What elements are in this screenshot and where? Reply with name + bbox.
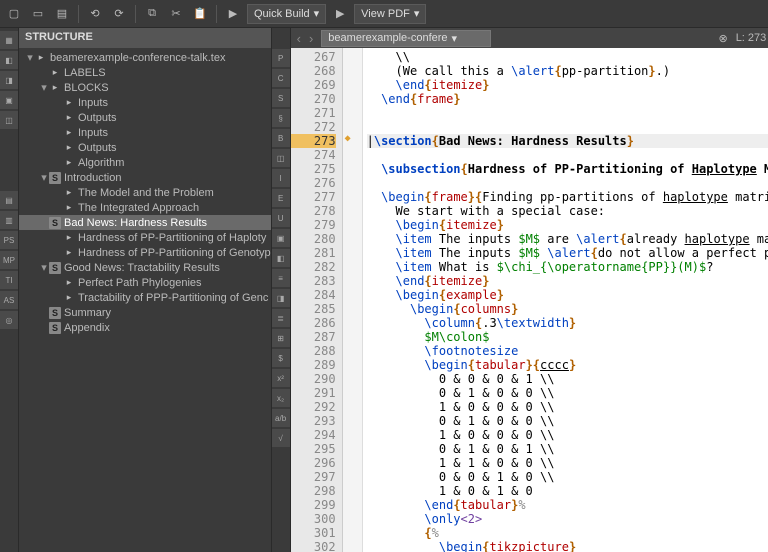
- tree-item[interactable]: ▸Perfect Path Phylogenies: [19, 275, 271, 290]
- divider: [216, 5, 217, 23]
- chevron-down-icon: ▾: [452, 32, 458, 45]
- chevron-down-icon: ▾: [314, 7, 320, 20]
- tree-item[interactable]: ▸Inputs: [19, 95, 271, 110]
- structure-tree[interactable]: ▾▸beamerexample-conference-talk.tex▸LABE…: [19, 48, 271, 552]
- tool-icon[interactable]: U: [272, 209, 290, 227]
- tool-icon[interactable]: ▥: [0, 211, 18, 229]
- tree-item[interactable]: ▸Outputs: [19, 140, 271, 155]
- quickbuild-dropdown[interactable]: Quick Build▾: [247, 4, 326, 24]
- mid-tool-strip: P C S § B ◫ I E U ▣ ◧ ≡ ◨ ≣ ⊞ $ x² x₂ a/…: [271, 28, 291, 552]
- tool-icon[interactable]: ◧: [272, 249, 290, 267]
- line-gutter: 2672682692702712722732742752762772782792…: [291, 48, 343, 552]
- tool-icon[interactable]: ◫: [272, 149, 290, 167]
- tool-icon[interactable]: x²: [272, 369, 290, 387]
- left-tool-strip: ▦ ◧ ◨ ▣ ◫ ▤ ▥ PS MP TI AS ◎: [0, 28, 19, 552]
- nav-back-icon[interactable]: ‹: [297, 31, 301, 46]
- tree-item[interactable]: ▾SIntroduction: [19, 170, 271, 185]
- run2-icon[interactable]: ▶: [330, 4, 350, 24]
- tool-icon[interactable]: MP: [0, 251, 18, 269]
- tree-item[interactable]: ▸Tractability of PPP-Partitioning of Gen…: [19, 290, 271, 305]
- tool-icon[interactable]: ◨: [272, 289, 290, 307]
- tool-icon[interactable]: ≡: [272, 269, 290, 287]
- open-file-icon[interactable]: ▭: [28, 4, 48, 24]
- tree-item[interactable]: ▸Algorithm: [19, 155, 271, 170]
- tool-icon[interactable]: ⊞: [272, 329, 290, 347]
- structure-panel-title: STRUCTURE: [19, 28, 271, 48]
- tool-icon[interactable]: ▣: [0, 91, 18, 109]
- editor-tabbar: ‹ › beamerexample-confere▾ ⊗ L: 273 C: 1…: [291, 28, 768, 48]
- tool-icon[interactable]: √: [272, 429, 290, 447]
- tool-icon[interactable]: AS: [0, 291, 18, 309]
- main-toolbar: ▢ ▭ ▤ ⟲ ⟳ ⧉ ✂ 📋 ▶ Quick Build▾ ▶ View PD…: [0, 0, 768, 28]
- tool-icon[interactable]: ◫: [0, 111, 18, 129]
- tool-icon[interactable]: x₂: [272, 389, 290, 407]
- fold-strip: [353, 48, 363, 552]
- tool-icon[interactable]: C: [272, 69, 290, 87]
- tree-item[interactable]: ▸Hardness of PP-Partitioning of Haploty: [19, 230, 271, 245]
- tree-item[interactable]: SAppendix: [19, 320, 271, 335]
- tool-icon[interactable]: a/b: [272, 409, 290, 427]
- viewpdf-dropdown[interactable]: View PDF▾: [354, 4, 426, 24]
- divider: [135, 5, 136, 23]
- tool-icon[interactable]: I: [272, 169, 290, 187]
- tool-icon[interactable]: ◧: [0, 51, 18, 69]
- divider: [78, 5, 79, 23]
- close-icon[interactable]: ⊗: [718, 32, 727, 45]
- tree-item[interactable]: ▸LABELS: [19, 65, 271, 80]
- tool-icon[interactable]: ◨: [0, 71, 18, 89]
- tree-item[interactable]: ▸Outputs: [19, 110, 271, 125]
- new-file-icon[interactable]: ▢: [4, 4, 24, 24]
- tool-icon[interactable]: ◎: [0, 311, 18, 329]
- tree-item[interactable]: ▾▸beamerexample-conference-talk.tex: [19, 50, 271, 65]
- document-selector[interactable]: beamerexample-confere▾: [321, 30, 491, 47]
- tool-icon[interactable]: S: [272, 89, 290, 107]
- tool-icon[interactable]: ▤: [0, 191, 18, 209]
- tree-item[interactable]: ▸Hardness of PP-Partitioning of Genotyp: [19, 245, 271, 260]
- tree-item[interactable]: ▾SGood News: Tractability Results: [19, 260, 271, 275]
- tree-item[interactable]: ▸Inputs: [19, 125, 271, 140]
- tool-icon[interactable]: ≣: [272, 309, 290, 327]
- tool-icon[interactable]: TI: [0, 271, 18, 289]
- tool-icon[interactable]: B: [272, 129, 290, 147]
- redo-icon[interactable]: ⟳: [109, 4, 129, 24]
- tool-icon[interactable]: E: [272, 189, 290, 207]
- tool-icon[interactable]: P: [272, 49, 290, 67]
- chevron-down-icon: ▾: [414, 7, 420, 20]
- tree-item[interactable]: SBad News: Hardness Results: [19, 215, 271, 230]
- undo-icon[interactable]: ⟲: [85, 4, 105, 24]
- cursor-position: L: 273 C: 1: [736, 32, 768, 44]
- code-editor[interactable]: 2672682692702712722732742752762772782792…: [291, 48, 768, 552]
- tree-item[interactable]: ▸The Model and the Problem: [19, 185, 271, 200]
- copy-icon[interactable]: ⧉: [142, 4, 162, 24]
- tool-icon[interactable]: PS: [0, 231, 18, 249]
- save-icon[interactable]: ▤: [52, 4, 72, 24]
- tree-item[interactable]: ▾▸BLOCKS: [19, 80, 271, 95]
- tree-item[interactable]: SSummary: [19, 305, 271, 320]
- marker-strip: ◆: [343, 48, 353, 552]
- tree-item[interactable]: ▸The Integrated Approach: [19, 200, 271, 215]
- tool-icon[interactable]: ▦: [0, 31, 18, 49]
- nav-fwd-icon[interactable]: ›: [309, 31, 313, 46]
- tool-icon[interactable]: ▣: [272, 229, 290, 247]
- tool-icon[interactable]: §: [272, 109, 290, 127]
- run-icon[interactable]: ▶: [223, 4, 243, 24]
- cut-icon[interactable]: ✂: [166, 4, 186, 24]
- paste-icon[interactable]: 📋: [190, 4, 210, 24]
- tool-icon[interactable]: $: [272, 349, 290, 367]
